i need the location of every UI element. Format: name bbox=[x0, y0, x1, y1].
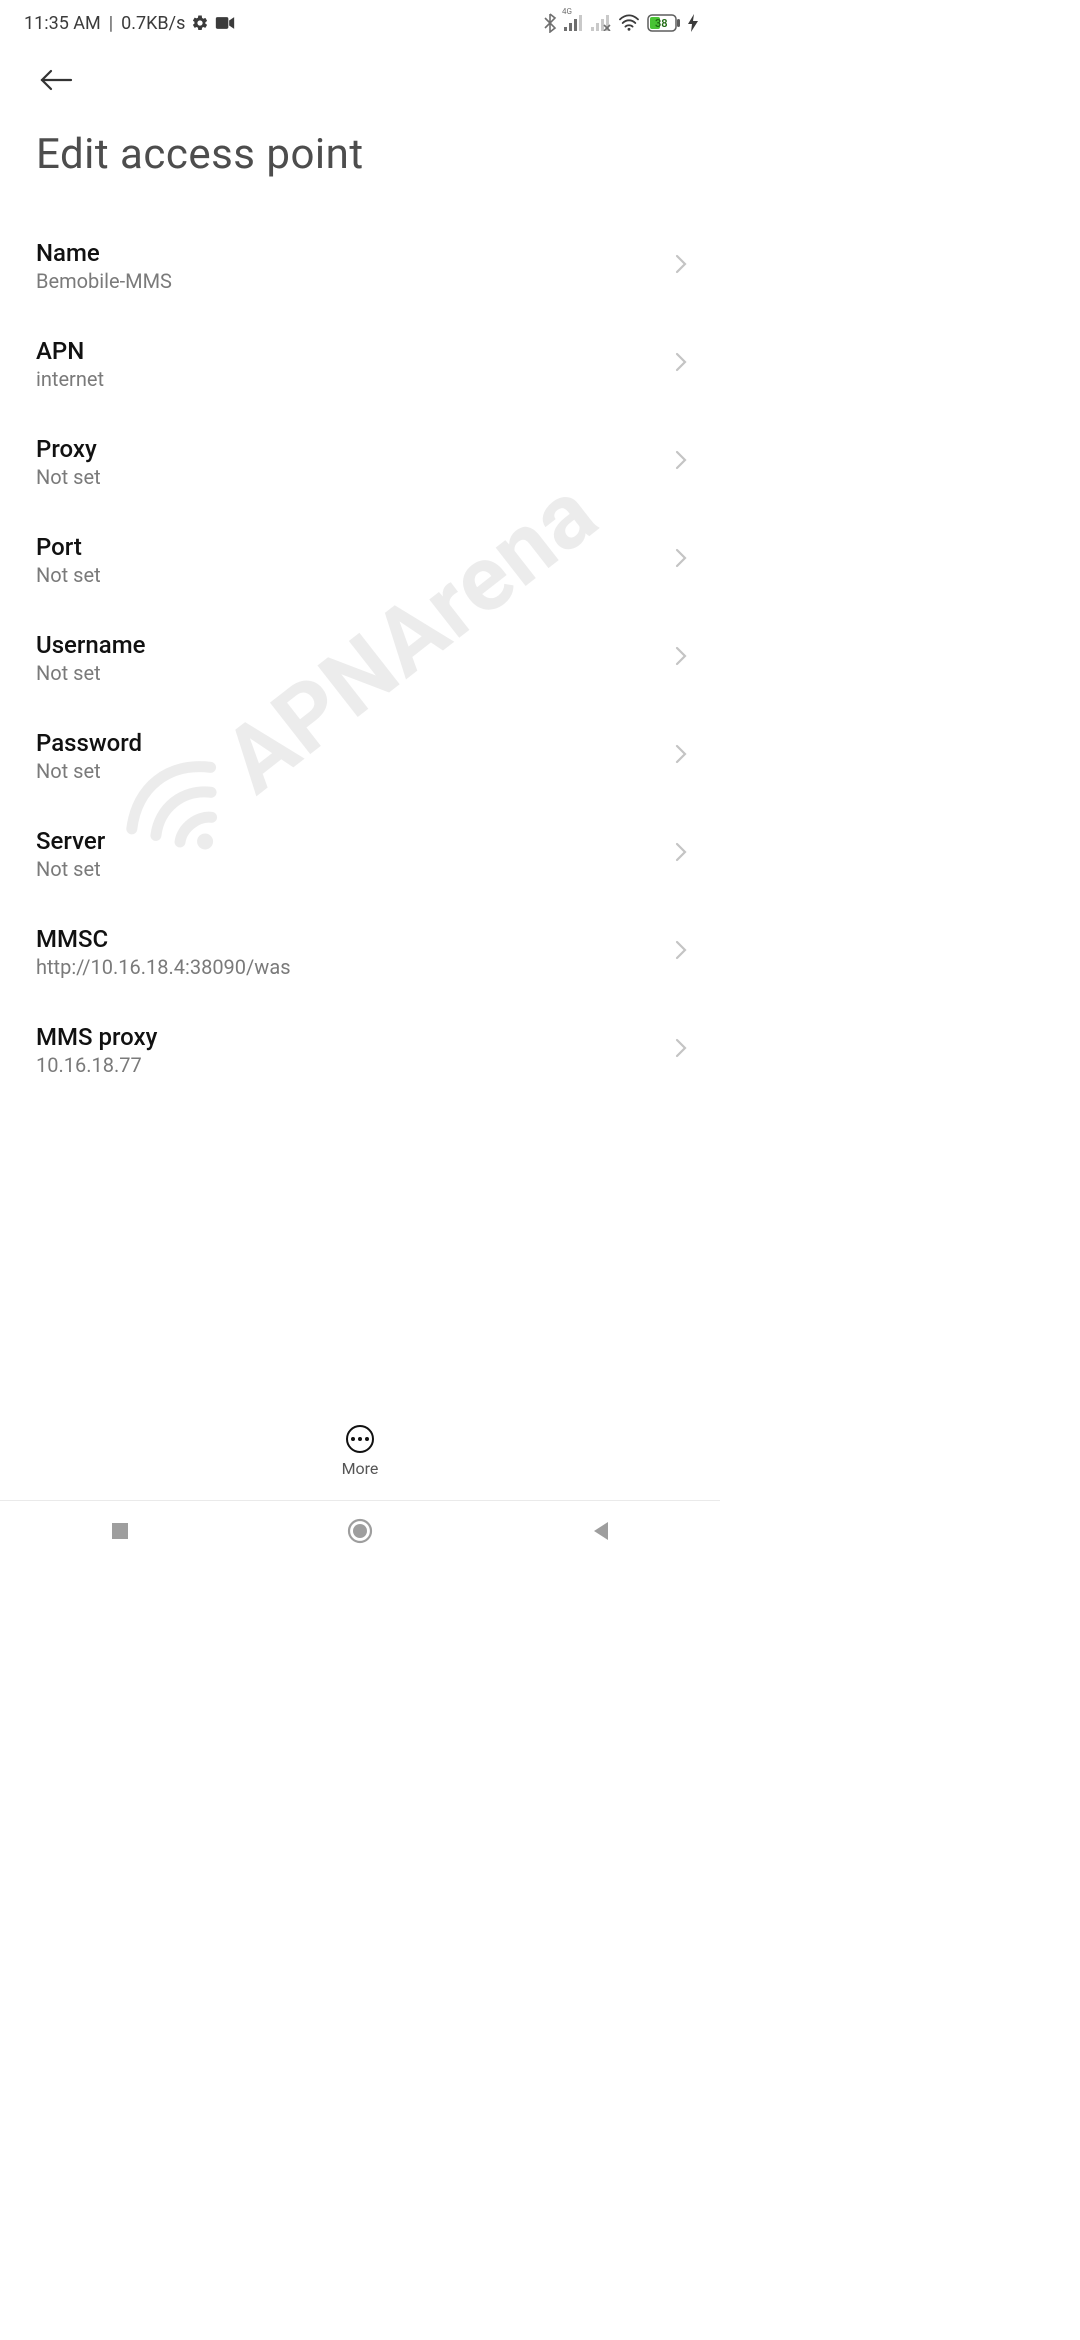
row-title: MMSC bbox=[36, 925, 662, 953]
chevron-right-icon bbox=[674, 448, 688, 476]
row-title: Username bbox=[36, 631, 662, 659]
row-password[interactable]: PasswordNot set bbox=[0, 707, 720, 805]
row-mms-proxy[interactable]: MMS proxy10.16.18.77 bbox=[0, 1001, 720, 1099]
row-value: Not set bbox=[36, 857, 662, 881]
row-value: http://10.16.18.4:38090/was bbox=[36, 955, 662, 979]
more-label: More bbox=[342, 1459, 379, 1478]
chevron-right-icon bbox=[674, 252, 688, 280]
nav-home-button[interactable] bbox=[342, 1513, 378, 1549]
row-value: Not set bbox=[36, 465, 662, 489]
row-port[interactable]: PortNot set bbox=[0, 511, 720, 609]
row-value: Not set bbox=[36, 661, 662, 685]
row-title: APN bbox=[36, 337, 662, 365]
status-time: 11:35 AM bbox=[24, 13, 101, 34]
status-separator: | bbox=[109, 13, 113, 34]
row-server[interactable]: ServerNot set bbox=[0, 805, 720, 903]
battery-percent-label: 38 bbox=[655, 17, 668, 30]
row-value: 10.16.18.77 bbox=[36, 1053, 662, 1077]
chevron-right-icon bbox=[674, 840, 688, 868]
row-value: internet bbox=[36, 367, 662, 391]
row-value: Not set bbox=[36, 563, 662, 587]
chevron-right-icon bbox=[674, 1036, 688, 1064]
gear-icon bbox=[191, 14, 209, 32]
row-title: Name bbox=[36, 239, 662, 267]
nav-back-button[interactable] bbox=[582, 1513, 618, 1549]
settings-list: APNArena NameBemobile-MMSAPNinternetProx… bbox=[0, 217, 720, 1237]
row-value: Not set bbox=[36, 759, 662, 783]
row-title: Proxy bbox=[36, 435, 662, 463]
more-menu[interactable]: More bbox=[0, 1425, 720, 1478]
status-bar: 11:35 AM | 0.7KB/s 4G bbox=[0, 0, 720, 46]
chevron-right-icon bbox=[674, 938, 688, 966]
row-username[interactable]: UsernameNot set bbox=[0, 609, 720, 707]
wifi-icon bbox=[618, 14, 640, 32]
row-value: Bemobile-MMS bbox=[36, 269, 662, 293]
more-dots-icon bbox=[346, 1425, 374, 1453]
signal-4g-icon: 4G bbox=[564, 15, 584, 31]
row-title: Port bbox=[36, 533, 662, 561]
nav-back-icon bbox=[590, 1520, 610, 1542]
bluetooth-icon bbox=[543, 13, 557, 33]
back-button[interactable] bbox=[36, 60, 76, 100]
row-title: MMS proxy bbox=[36, 1023, 662, 1051]
row-apn[interactable]: APNinternet bbox=[0, 315, 720, 413]
row-title: Server bbox=[36, 827, 662, 855]
nav-recent-button[interactable] bbox=[102, 1513, 138, 1549]
row-name[interactable]: NameBemobile-MMS bbox=[0, 217, 720, 315]
status-net-rate: 0.7KB/s bbox=[121, 13, 185, 34]
chevron-right-icon bbox=[674, 742, 688, 770]
row-title: Password bbox=[36, 729, 662, 757]
chevron-right-icon bbox=[674, 350, 688, 378]
camera-icon bbox=[215, 16, 235, 30]
row-mmsc[interactable]: MMSChttp://10.16.18.4:38090/was bbox=[0, 903, 720, 1001]
signal-no-sim-icon bbox=[591, 15, 611, 31]
system-nav-bar bbox=[0, 1500, 720, 1560]
row-proxy[interactable]: ProxyNot set bbox=[0, 413, 720, 511]
chevron-right-icon bbox=[674, 644, 688, 672]
nav-recent-icon bbox=[110, 1521, 130, 1541]
charging-bolt-icon bbox=[688, 14, 698, 32]
battery-icon: 38 bbox=[647, 14, 681, 32]
page-title: Edit access point bbox=[36, 130, 692, 179]
chevron-right-icon bbox=[674, 546, 688, 574]
arrow-left-icon bbox=[39, 68, 73, 92]
nav-home-icon bbox=[347, 1518, 373, 1544]
